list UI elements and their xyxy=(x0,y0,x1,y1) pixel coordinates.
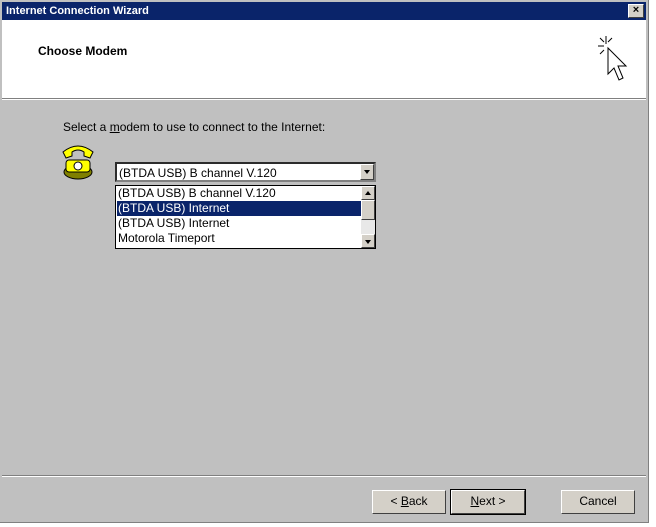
back-label-a: < xyxy=(390,494,401,508)
scroll-thumb[interactable] xyxy=(361,200,375,220)
list-item[interactable]: Motorola Timeport xyxy=(117,231,362,246)
prompt-text-b: odem to use to connect to the Internet: xyxy=(119,120,326,134)
page-title: Choose Modem xyxy=(38,44,128,58)
modem-dropdown-list[interactable]: (BTDA USB) B channel V.120 (BTDA USB) In… xyxy=(115,185,376,249)
chevron-down-icon xyxy=(364,170,370,174)
scroll-down-button[interactable] xyxy=(361,234,375,248)
list-scrollbar[interactable] xyxy=(361,186,375,248)
header-divider xyxy=(2,99,646,100)
back-label-b: ack xyxy=(408,494,428,508)
next-button[interactable]: Next > xyxy=(450,489,526,515)
back-accesskey: B xyxy=(400,494,409,508)
chevron-up-icon xyxy=(365,191,371,195)
wizard-header: Choose Modem xyxy=(2,20,646,99)
footer-divider-highlight xyxy=(2,476,646,477)
modem-select-value: (BTDA USB) B channel V.120 xyxy=(119,166,277,180)
list-item[interactable]: (BTDA USB) B channel V.120 xyxy=(117,186,362,201)
modem-prompt-label: Select a modem to use to connect to the … xyxy=(63,120,325,134)
close-icon[interactable]: × xyxy=(633,4,639,16)
list-item[interactable]: (BTDA USB) Internet xyxy=(117,216,362,231)
next-label: ext > xyxy=(479,494,506,508)
prompt-accesskey: m xyxy=(109,120,120,134)
cursor-sparkle-icon xyxy=(598,36,628,81)
scroll-up-button[interactable] xyxy=(361,186,375,200)
wizard-window: Internet Connection Wizard × Choose Mode… xyxy=(0,0,649,523)
next-accesskey: N xyxy=(470,494,480,508)
cancel-label: Cancel xyxy=(579,494,617,508)
phone-icon xyxy=(62,145,94,180)
close-button[interactable]: × xyxy=(628,4,644,18)
dropdown-button[interactable] xyxy=(360,164,374,180)
back-button[interactable]: < Back xyxy=(372,490,446,514)
prompt-text-a: Select a xyxy=(63,120,110,134)
window-title: Internet Connection Wizard xyxy=(6,5,149,17)
title-bar[interactable]: Internet Connection Wizard × xyxy=(2,2,646,20)
chevron-down-icon xyxy=(365,240,371,244)
modem-select[interactable]: (BTDA USB) B channel V.120 xyxy=(115,162,376,182)
cancel-button[interactable]: Cancel xyxy=(561,490,635,514)
list-item-selected[interactable]: (BTDA USB) Internet xyxy=(117,201,362,216)
